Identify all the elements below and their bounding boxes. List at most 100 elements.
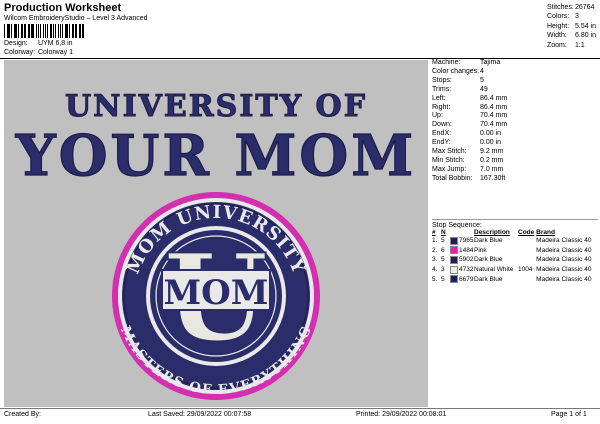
machine-info-value: 70.4 mm (480, 121, 508, 129)
design-stats: Stitches: 26764 Colors: 3 Height: 5.54 in W… (547, 3, 596, 50)
design-value: UYM 6,8 in (37, 40, 73, 47)
barcode-bar (79, 24, 81, 38)
thread-description: Dark Blue (474, 275, 503, 283)
color-swatch (450, 246, 458, 255)
stop-number: 5. (432, 275, 438, 283)
design-barcode (4, 24, 86, 38)
barcode-bar (10, 24, 12, 38)
stop-sequence-row: 3. 5 5902 Dark Blue Madeira Classic 40 (432, 255, 598, 265)
machine-info-row: EndY: 0.00 in (432, 139, 598, 148)
color-swatch-cell (450, 246, 459, 256)
machine-info-row: Up: 70.4 mm (432, 112, 598, 121)
barcode-bar (81, 24, 83, 38)
footer-last-saved: Last Saved: 29/09/2022 00:07:58 (148, 411, 252, 418)
footer-printed: Printed: 29/09/2022 00:08:01 (356, 411, 447, 418)
barcode-bar (72, 24, 74, 38)
machine-info-value: 0.00 in (480, 139, 502, 147)
machine-info-row: Trims: 49 (432, 86, 598, 95)
barcode-bar (38, 24, 39, 38)
barcode-bar (55, 24, 56, 38)
machine-info-label: Color changes: (432, 67, 480, 75)
needle-number: 3 (441, 266, 445, 274)
barcode-bar (28, 24, 30, 38)
barcode-bar (6, 24, 8, 38)
thread-brand: Madeira Classic 40 (536, 246, 592, 254)
machine-info-value: 9.2 mm (480, 148, 504, 156)
thread-code: 6679 (459, 275, 474, 283)
barcode-bar (43, 24, 44, 38)
machine-info-row: EndX: 0.00 in (432, 130, 598, 139)
footer-created-by: Created By: (4, 411, 41, 418)
stat-zoom: Zoom: 1:1 (547, 41, 585, 49)
machine-info: Machine: Tajima Color changes: 4 Stops: 5 Trim… (432, 59, 598, 184)
barcode-bar (66, 24, 69, 38)
info-divider (432, 219, 598, 220)
stat-width: Width: 6.80 in (547, 32, 597, 40)
machine-info-row: Total Bobbin: 167.30ft (432, 175, 598, 184)
stop-number: 3. (432, 256, 438, 264)
thread-alt-code (518, 274, 536, 284)
machine-info-row: Stops: 5 (432, 77, 598, 86)
barcode-bar (69, 24, 71, 38)
machine-info-row: Machine: Tajima (432, 59, 598, 68)
stat-height: Height: 5.54 in (547, 22, 597, 30)
barcode-bar (74, 24, 76, 38)
colorway-row: Colorway: Colorway 1 (4, 49, 73, 56)
machine-info-label: Max Jump: (432, 165, 467, 173)
machine-info-row: Color changes: 4 (432, 68, 598, 77)
stop-number: 4. (432, 266, 438, 274)
barcode-bar (44, 24, 46, 38)
barcode-bar (23, 24, 25, 38)
design-label: Design: (4, 40, 28, 47)
stop-sequence-row: 2. 6 1484 Pink Madeira Classic 40 (432, 246, 598, 256)
machine-info-row: Right: 86.4 mm (432, 104, 598, 113)
machine-info-row: Min Stitch: 0.2 mm (432, 157, 598, 166)
stop-sequence-row: 1. 5 7965 Dark Blue Madeira Classic 40 (432, 236, 598, 246)
machine-info-label: Right: (432, 103, 451, 111)
thread-brand: Madeira Classic 40 (536, 266, 592, 274)
thread-code: 5902 (459, 256, 474, 264)
barcode-bar (8, 24, 10, 38)
barcode-bar (60, 24, 61, 38)
machine-info-label: Machine: (432, 59, 461, 66)
machine-info-value: 167.30ft (480, 174, 506, 182)
colorway-label: Colorway: (4, 49, 36, 56)
barcode-bar (36, 24, 38, 38)
color-swatch (450, 275, 458, 284)
stop-number: 2. (432, 246, 438, 254)
machine-info-value: 7.0 mm (480, 165, 504, 173)
stop-number: 1. (432, 237, 438, 245)
thread-brand: Madeira Classic 40 (536, 275, 592, 283)
stop-sequence: Stop Sequence: # N Description Code Bran… (432, 222, 598, 284)
barcode-bar (53, 24, 54, 38)
machine-info-label: EndY: (432, 139, 451, 147)
needle-number: 5 (441, 275, 445, 283)
machine-info-row: Left: 86.4 mm (432, 95, 598, 104)
barcode-bar (13, 24, 15, 38)
machine-info-value: 70.4 mm (480, 112, 508, 120)
machine-info-value: 5 (480, 76, 484, 84)
university-seal: MOM UNIVERSITY MASTERS OF EVERYTHING U M… (112, 192, 320, 400)
software-subtitle: Wilcom EmbroideryStudio – Level 3 Advanc… (4, 15, 148, 22)
embroidery-design: UNIVERSITY OF YOUR MOM MOM UNIVERSITY MA… (14, 89, 414, 400)
barcode-bar (83, 24, 84, 38)
color-swatch-cell (450, 236, 459, 246)
thread-alt-code (518, 255, 536, 265)
machine-info-label: Min Stitch: (432, 156, 465, 164)
color-swatch (450, 236, 458, 245)
machine-info-label: Left: (432, 94, 446, 102)
machine-info-value: 86.4 mm (480, 103, 508, 111)
page-title: Production Worksheet (4, 2, 122, 14)
machine-info-value: 0.00 in (480, 130, 502, 138)
stop-sequence-table: # N Description Code Brand 1. 5 7965 Dark B… (432, 229, 598, 284)
footer-divider (0, 408, 600, 409)
barcode-bar (15, 24, 18, 38)
machine-info-value: 4 (480, 67, 484, 75)
barcode-bar (18, 24, 20, 38)
design-row: Design: UYM 6,8 in (4, 40, 73, 47)
needle-number: 5 (441, 237, 445, 245)
machine-info-label: EndX: (432, 130, 452, 138)
barcode-bar (30, 24, 32, 38)
machine-info-label: Total Bobbin: (432, 174, 473, 182)
stop-sequence-title: Stop Sequence: (432, 222, 482, 229)
